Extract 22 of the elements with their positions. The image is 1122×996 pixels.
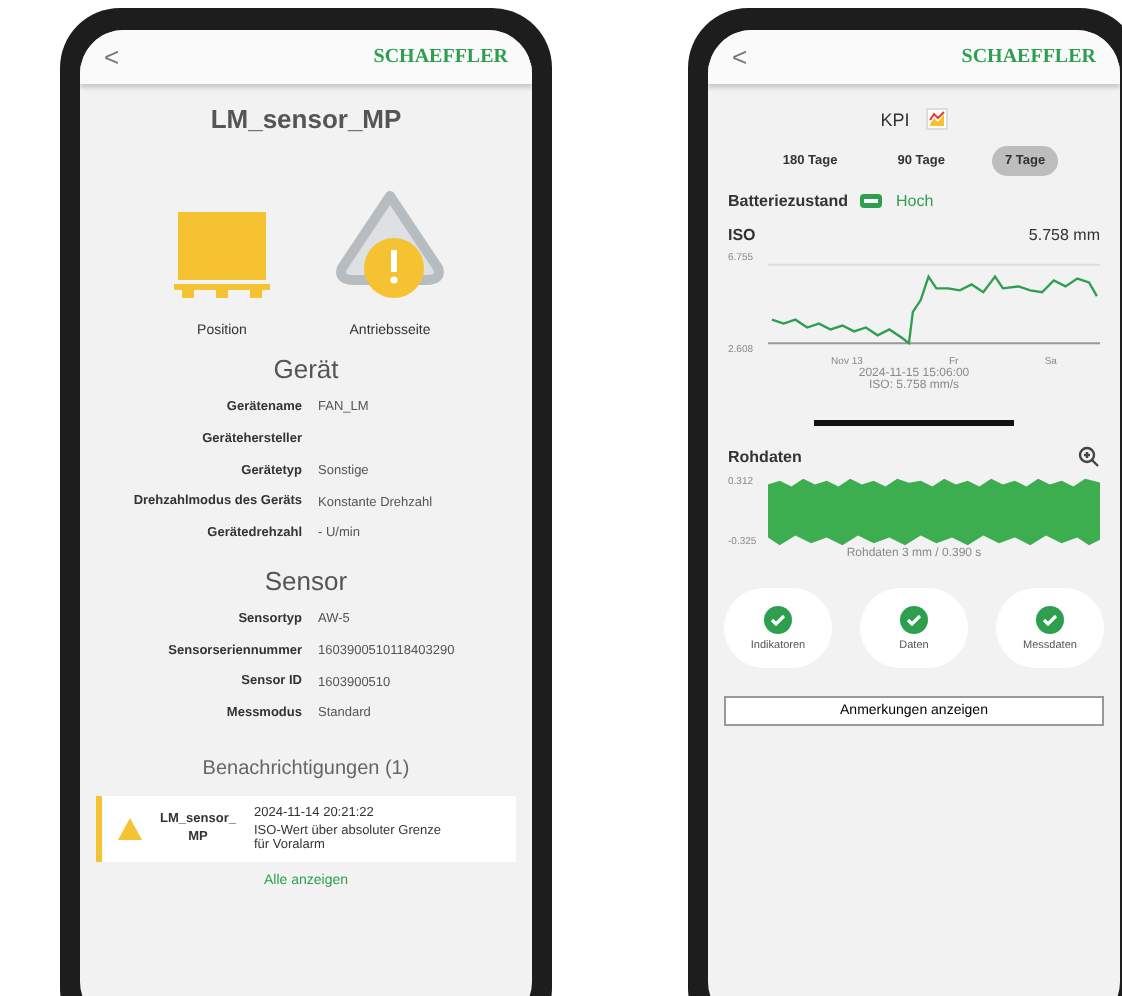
chart-title: ISO <box>728 226 756 244</box>
battery-status: Hoch <box>896 192 934 210</box>
back-button[interactable]: < <box>104 42 120 72</box>
screen-title: KPI <box>880 109 910 129</box>
section-heading: Sensor <box>264 565 348 596</box>
battery-label: Batteriezustand <box>728 192 849 210</box>
warning-icon <box>118 817 142 840</box>
check-icon <box>764 605 792 633</box>
section-heading: Gerät <box>273 354 339 384</box>
chart-icon <box>925 108 948 130</box>
battery-icon <box>860 194 885 208</box>
device-title: LM_sensor_MP <box>210 104 402 134</box>
brand-logo: SCHAEFFLER <box>373 46 508 68</box>
chart-title: Rohdaten <box>728 448 802 466</box>
check-icon <box>1036 605 1064 633</box>
zoom-icon[interactable] <box>1078 446 1100 468</box>
back-button[interactable]: < <box>732 42 748 72</box>
warning-icon <box>334 188 446 304</box>
iso-value: 5.758 mm <box>1028 226 1100 244</box>
check-icon <box>900 605 928 633</box>
section-heading: Benachrichtigungen (1) <box>202 757 410 780</box>
brand-logo: SCHAEFFLER <box>961 46 1096 68</box>
